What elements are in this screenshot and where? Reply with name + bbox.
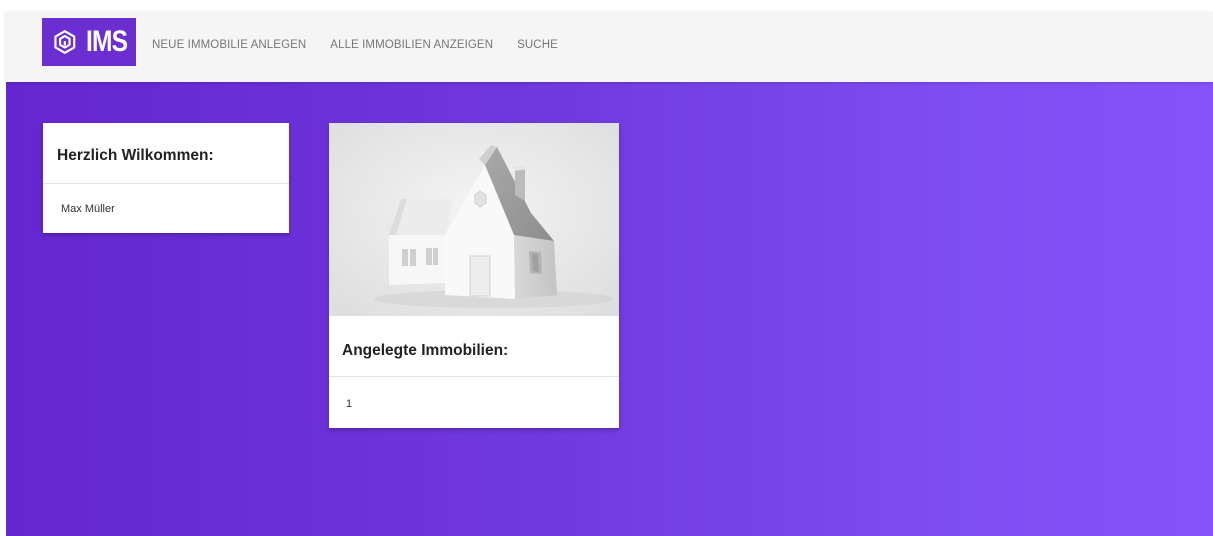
nav-link-new-property[interactable]: NEUE IMMOBILIE ANLEGEN	[152, 39, 306, 51]
property-card-title: Angelegte Immobilien:	[342, 342, 509, 359]
house-image	[329, 123, 619, 316]
nav-link-all-properties[interactable]: ALLE IMMOBILIEN ANZEIGEN	[330, 39, 493, 51]
logo-text: IMS	[85, 25, 128, 58]
navbar: IMS NEUE IMMOBILIE ANLEGEN ALLE IMMOBILI…	[6, 12, 1213, 82]
nav-link-search[interactable]: SUCHE	[517, 39, 558, 51]
welcome-card-divider	[43, 183, 289, 184]
main-content: Herzlich Wilkommen: Max Müller Angelegte…	[6, 82, 1213, 536]
user-name: Max Müller	[61, 203, 115, 215]
property-count: 1	[346, 398, 353, 410]
app-root: IMS NEUE IMMOBILIE ANLEGEN ALLE IMMOBILI…	[6, 12, 1213, 536]
house-icon	[329, 123, 619, 316]
nav-links: NEUE IMMOBILIE ANLEGEN ALLE IMMOBILIEN A…	[152, 39, 558, 51]
ims-logo[interactable]: IMS	[42, 18, 136, 66]
property-card[interactable]: Angelegte Immobilien: 1	[329, 123, 619, 428]
ims-logo-icon	[54, 30, 76, 54]
welcome-card-title: Herzlich Wilkommen:	[57, 147, 214, 164]
welcome-card: Herzlich Wilkommen: Max Müller	[43, 123, 289, 233]
property-card-divider	[329, 376, 619, 377]
